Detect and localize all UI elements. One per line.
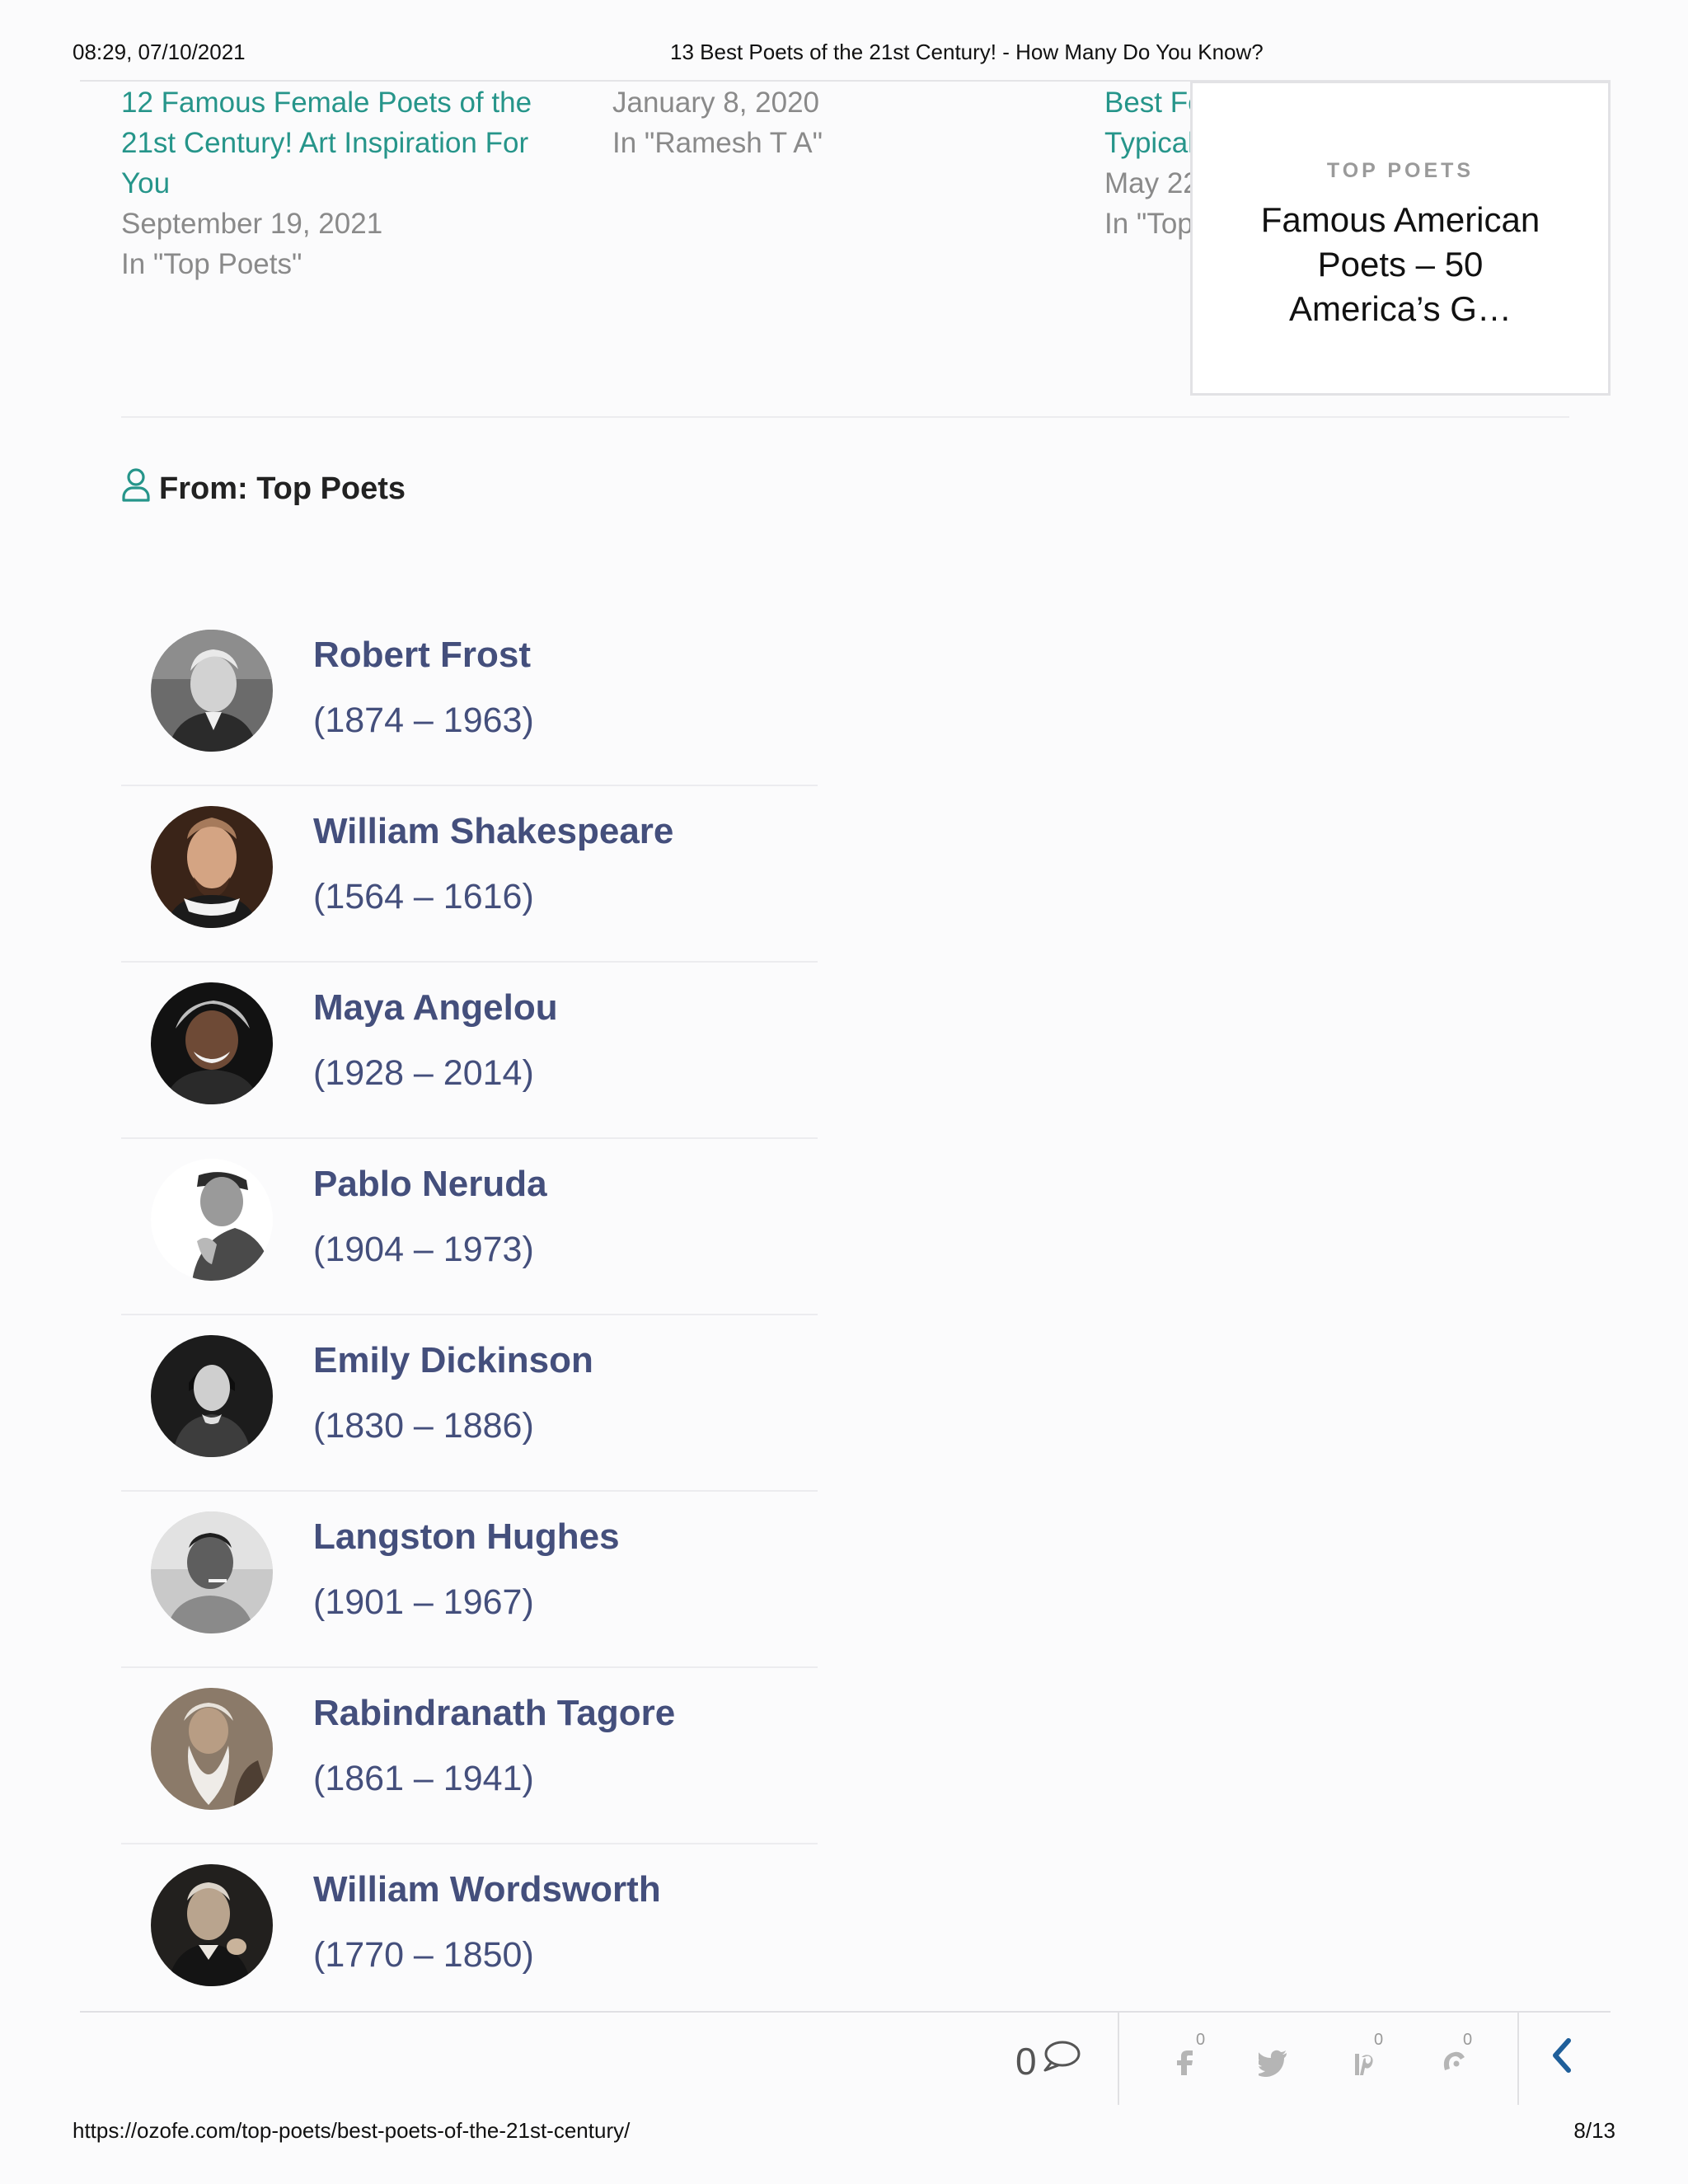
related-post-category: In "Top <box>1104 208 1193 240</box>
poets-list: Robert Frost (1874 – 1963) William Shake… <box>121 610 818 2021</box>
card-category: TOP POETS <box>1326 159 1475 182</box>
avatar[interactable] <box>151 806 273 928</box>
related-post: Best Fe Typical May 22 In "Top <box>1104 82 1195 244</box>
avatar[interactable] <box>151 982 273 1104</box>
related-post: 12 Famous Female Poets of the 21st Centu… <box>121 82 550 284</box>
related-post-title-line: Best Fe <box>1104 87 1195 119</box>
print-title: 13 Best Poets of the 21st Century! - How… <box>670 40 1264 64</box>
back-button[interactable] <box>1547 2036 1588 2082</box>
recommended-post-card[interactable]: TOP POETS Famous American Poets – 50 Ame… <box>1190 81 1611 396</box>
list-item: William Shakespeare (1564 – 1616) <box>121 786 818 963</box>
poet-years: (1928 – 2014) <box>313 1053 534 1093</box>
pinterest-count: 0 <box>1374 2031 1384 2049</box>
list-item: Rabindranath Tagore (1861 – 1941) <box>121 1668 818 1844</box>
poet-name-link[interactable]: Maya Angelou <box>313 987 558 1029</box>
related-post: January 8, 2020 In "Ramesh T A" <box>612 82 1041 163</box>
print-header: 08:29, 07/10/2021 13 Best Poets of the 2… <box>73 40 1615 68</box>
avatar[interactable] <box>151 1511 273 1633</box>
chevron-left-icon <box>1547 2038 1577 2079</box>
share-bar: 0 0 0 0 <box>80 2013 1611 2105</box>
poet-years: (1901 – 1967) <box>313 1582 534 1622</box>
reddit-count: 0 <box>1463 2031 1473 2049</box>
avatar[interactable] <box>151 630 273 752</box>
user-icon <box>121 466 151 511</box>
related-post-title-line: Typical <box>1104 127 1194 159</box>
poet-name-link[interactable]: Rabindranath Tagore <box>313 1693 675 1734</box>
poet-name-link[interactable]: Langston Hughes <box>313 1516 620 1558</box>
related-post-category: In "Ramesh T A" <box>612 127 823 159</box>
list-item: Pablo Neruda (1904 – 1973) <box>121 1139 818 1315</box>
related-post-link[interactable]: 12 Famous Female Poets of the 21st Centu… <box>121 82 550 204</box>
from-label: From: Top Poets <box>159 471 406 506</box>
poet-years: (1904 – 1973) <box>313 1230 534 1269</box>
twitter-share-button[interactable] <box>1254 2037 1303 2083</box>
list-item: Robert Frost (1874 – 1963) <box>121 610 818 786</box>
divider <box>1118 2013 1119 2105</box>
poet-years: (1830 – 1886) <box>313 1406 534 1446</box>
related-post-category: In "Top Poets" <box>121 248 302 280</box>
list-item: Langston Hughes (1901 – 1967) <box>121 1492 818 1668</box>
print-page-number: 8/13 <box>1573 2118 1615 2143</box>
facebook-count: 0 <box>1196 2031 1206 2049</box>
print-timestamp: 08:29, 07/10/2021 <box>73 40 246 64</box>
avatar[interactable] <box>151 1335 273 1457</box>
avatar[interactable] <box>151 1688 273 1810</box>
poet-years: (1861 – 1941) <box>313 1759 534 1798</box>
list-item: Emily Dickinson (1830 – 1886) <box>121 1315 818 1492</box>
print-url: https://ozofe.com/top-poets/best-poets-o… <box>73 2118 631 2143</box>
list-item: Maya Angelou (1928 – 2014) <box>121 963 818 1139</box>
related-post-date: May 22 <box>1104 167 1195 199</box>
divider <box>121 416 1569 418</box>
comments-count: 0 <box>1015 2039 1037 2083</box>
avatar[interactable] <box>151 1159 273 1281</box>
facebook-share-button[interactable]: 0 <box>1165 2031 1214 2083</box>
avatar[interactable] <box>151 1864 273 1986</box>
related-post-date: September 19, 2021 <box>121 208 383 240</box>
poet-name-link[interactable]: William Shakespeare <box>313 811 673 852</box>
poet-name-link[interactable]: William Wordsworth <box>313 1869 661 1910</box>
reddit-share-button[interactable]: 0 <box>1432 2031 1481 2083</box>
poet-name-link[interactable]: Robert Frost <box>313 635 531 676</box>
comment-icon <box>1040 2037 1081 2084</box>
divider <box>1517 2013 1519 2105</box>
comments-button[interactable]: 0 <box>1015 2037 1081 2084</box>
print-footer: https://ozofe.com/top-poets/best-poets-o… <box>73 2118 1615 2146</box>
pinterest-share-button[interactable]: 0 <box>1343 2031 1392 2083</box>
list-item: William Wordsworth (1770 – 1850) <box>121 1844 818 2021</box>
poet-name-link[interactable]: Emily Dickinson <box>313 1340 593 1381</box>
poet-years: (1770 – 1850) <box>313 1935 534 1975</box>
from-category-heading: From: Top Poets <box>121 468 406 509</box>
related-post-title-line: 21st Century! Art Inspiration For <box>121 127 529 159</box>
card-title[interactable]: Famous American Poets – 50 America’s G… <box>1244 198 1557 331</box>
page: 08:29, 07/10/2021 13 Best Poets of the 2… <box>0 0 1688 2184</box>
poet-name-link[interactable]: Pablo Neruda <box>313 1164 547 1205</box>
related-post-link[interactable]: Best Fe Typical <box>1104 82 1195 163</box>
poet-years: (1564 – 1616) <box>313 877 534 916</box>
related-post-title-line: 12 Famous Female Poets of the <box>121 87 532 119</box>
poet-years: (1874 – 1963) <box>313 701 534 740</box>
related-post-title-line: You <box>121 167 171 199</box>
related-post-date: January 8, 2020 <box>612 87 820 119</box>
